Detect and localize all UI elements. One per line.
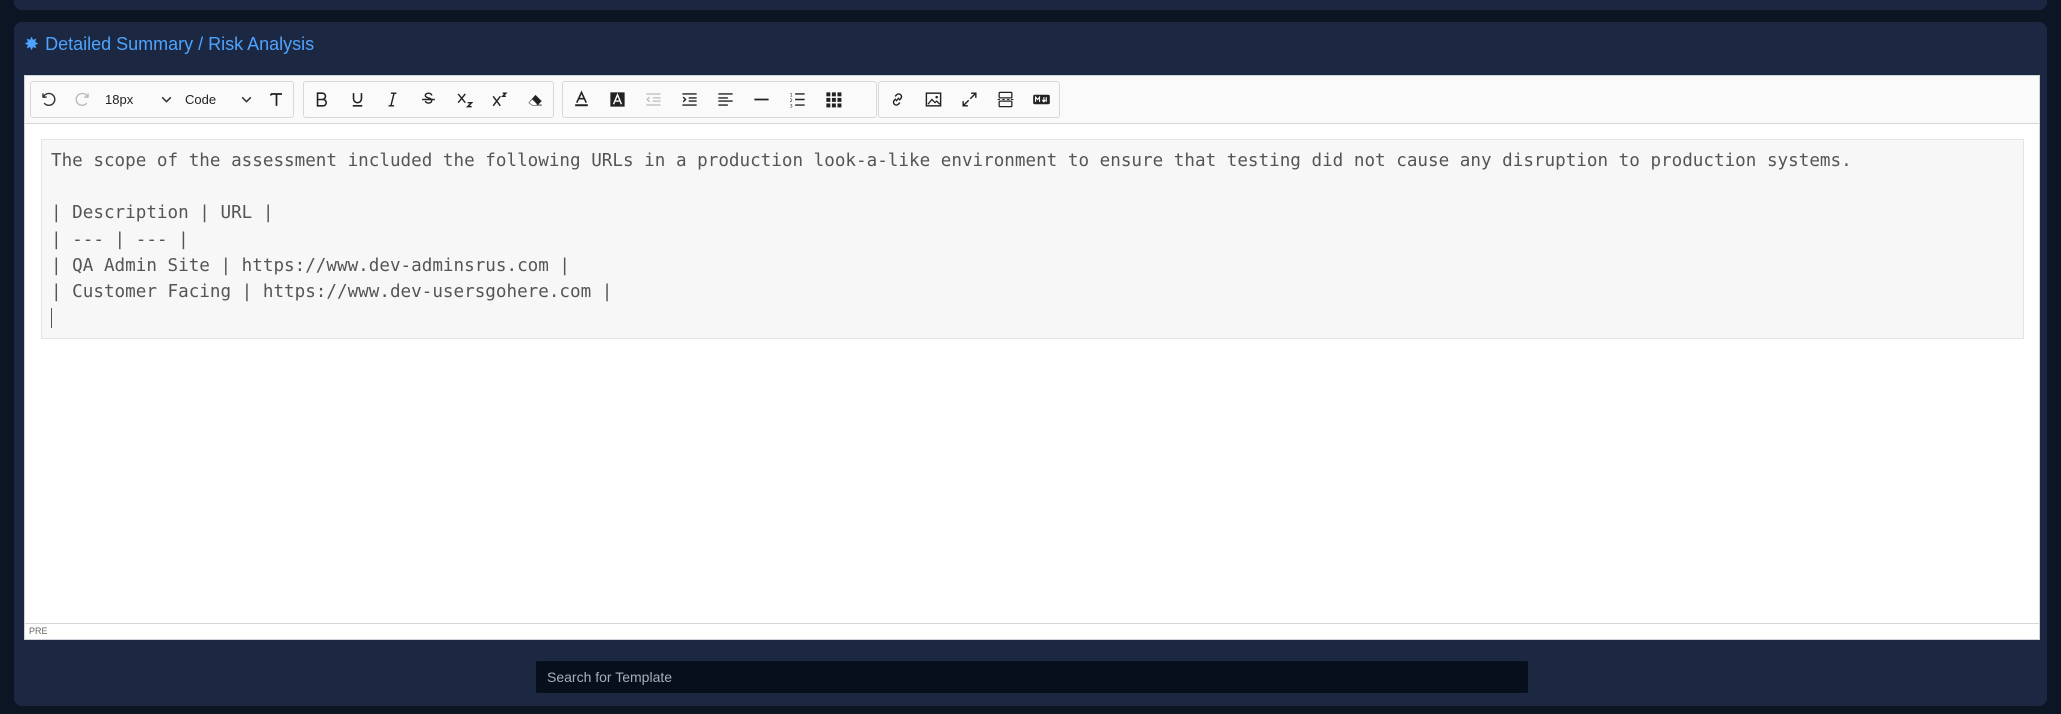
chevron-down-icon bbox=[241, 96, 252, 103]
summary-panel: ✸ Detailed Summary / Risk Analysis 18px … bbox=[14, 22, 2047, 706]
underline-icon[interactable] bbox=[340, 82, 376, 117]
toolbar-group-paragraph: 123 bbox=[562, 81, 877, 118]
chevron-down-icon bbox=[161, 96, 172, 103]
toolbar-group-text-style bbox=[303, 81, 554, 118]
italic-icon[interactable] bbox=[375, 82, 411, 117]
horizontal-rule-icon[interactable] bbox=[743, 82, 779, 117]
markdown-icon[interactable] bbox=[1023, 82, 1059, 117]
indent-icon[interactable] bbox=[671, 82, 707, 117]
toolbar-group-history-format: 18px Code bbox=[30, 81, 294, 118]
svg-text:2: 2 bbox=[789, 98, 792, 104]
block-format-value: Code bbox=[185, 92, 217, 107]
editor-content[interactable]: The scope of the assessment included the… bbox=[41, 139, 2024, 339]
panel-header: ✸ Detailed Summary / Risk Analysis bbox=[24, 32, 314, 56]
toolbar-group-insert bbox=[878, 81, 1060, 118]
bold-icon[interactable] bbox=[304, 82, 340, 117]
code-line: | QA Admin Site | https://www.dev-admins… bbox=[51, 255, 571, 276]
caret-line bbox=[51, 305, 2014, 331]
svg-text:1: 1 bbox=[789, 92, 792, 98]
code-line: | Description | URL | bbox=[51, 203, 274, 224]
asterisk-icon: ✸ bbox=[24, 33, 40, 54]
superscript-icon[interactable] bbox=[482, 82, 518, 117]
element-path[interactable]: PRE bbox=[29, 626, 48, 636]
outdent-icon[interactable] bbox=[635, 82, 671, 117]
editor-toolbar: 18px Code 1 2 3 bbox=[25, 76, 2039, 124]
redo-icon[interactable] bbox=[65, 82, 99, 117]
code-line: | Customer Facing | https://www.dev-user… bbox=[51, 282, 613, 303]
top-panel-edge bbox=[14, 0, 2047, 10]
template-search-input[interactable] bbox=[535, 660, 1529, 694]
code-line: The scope of the assessment included the… bbox=[51, 151, 1852, 171]
background-color-icon[interactable] bbox=[599, 82, 635, 117]
font-size-select[interactable]: 18px bbox=[99, 82, 179, 117]
page-break-icon[interactable] bbox=[987, 82, 1023, 117]
editor-statusbar: PRE bbox=[25, 623, 2039, 639]
subscript-icon[interactable] bbox=[446, 82, 482, 117]
clear-format-icon[interactable] bbox=[259, 82, 293, 117]
fullscreen-icon[interactable] bbox=[951, 82, 987, 117]
svg-text:3: 3 bbox=[789, 103, 792, 109]
table-icon[interactable] bbox=[815, 82, 851, 117]
code-line: | --- | --- | bbox=[51, 229, 189, 250]
block-format-select[interactable]: Code bbox=[179, 82, 259, 117]
undo-icon[interactable] bbox=[31, 82, 65, 117]
eraser-icon[interactable] bbox=[517, 82, 553, 117]
rich-text-editor: 18px Code 1 2 3 The scope of the assessm… bbox=[24, 75, 2040, 640]
strikethrough-icon[interactable] bbox=[411, 82, 447, 117]
panel-title: Detailed Summary / Risk Analysis bbox=[45, 33, 315, 54]
link-icon[interactable] bbox=[879, 82, 915, 117]
numbered-list-icon[interactable]: 123 bbox=[779, 82, 815, 117]
align-left-icon[interactable] bbox=[707, 82, 743, 117]
image-icon[interactable] bbox=[915, 82, 951, 117]
font-size-value: 18px bbox=[105, 92, 134, 107]
text-caret bbox=[51, 308, 52, 329]
text-color-icon[interactable] bbox=[563, 82, 599, 117]
